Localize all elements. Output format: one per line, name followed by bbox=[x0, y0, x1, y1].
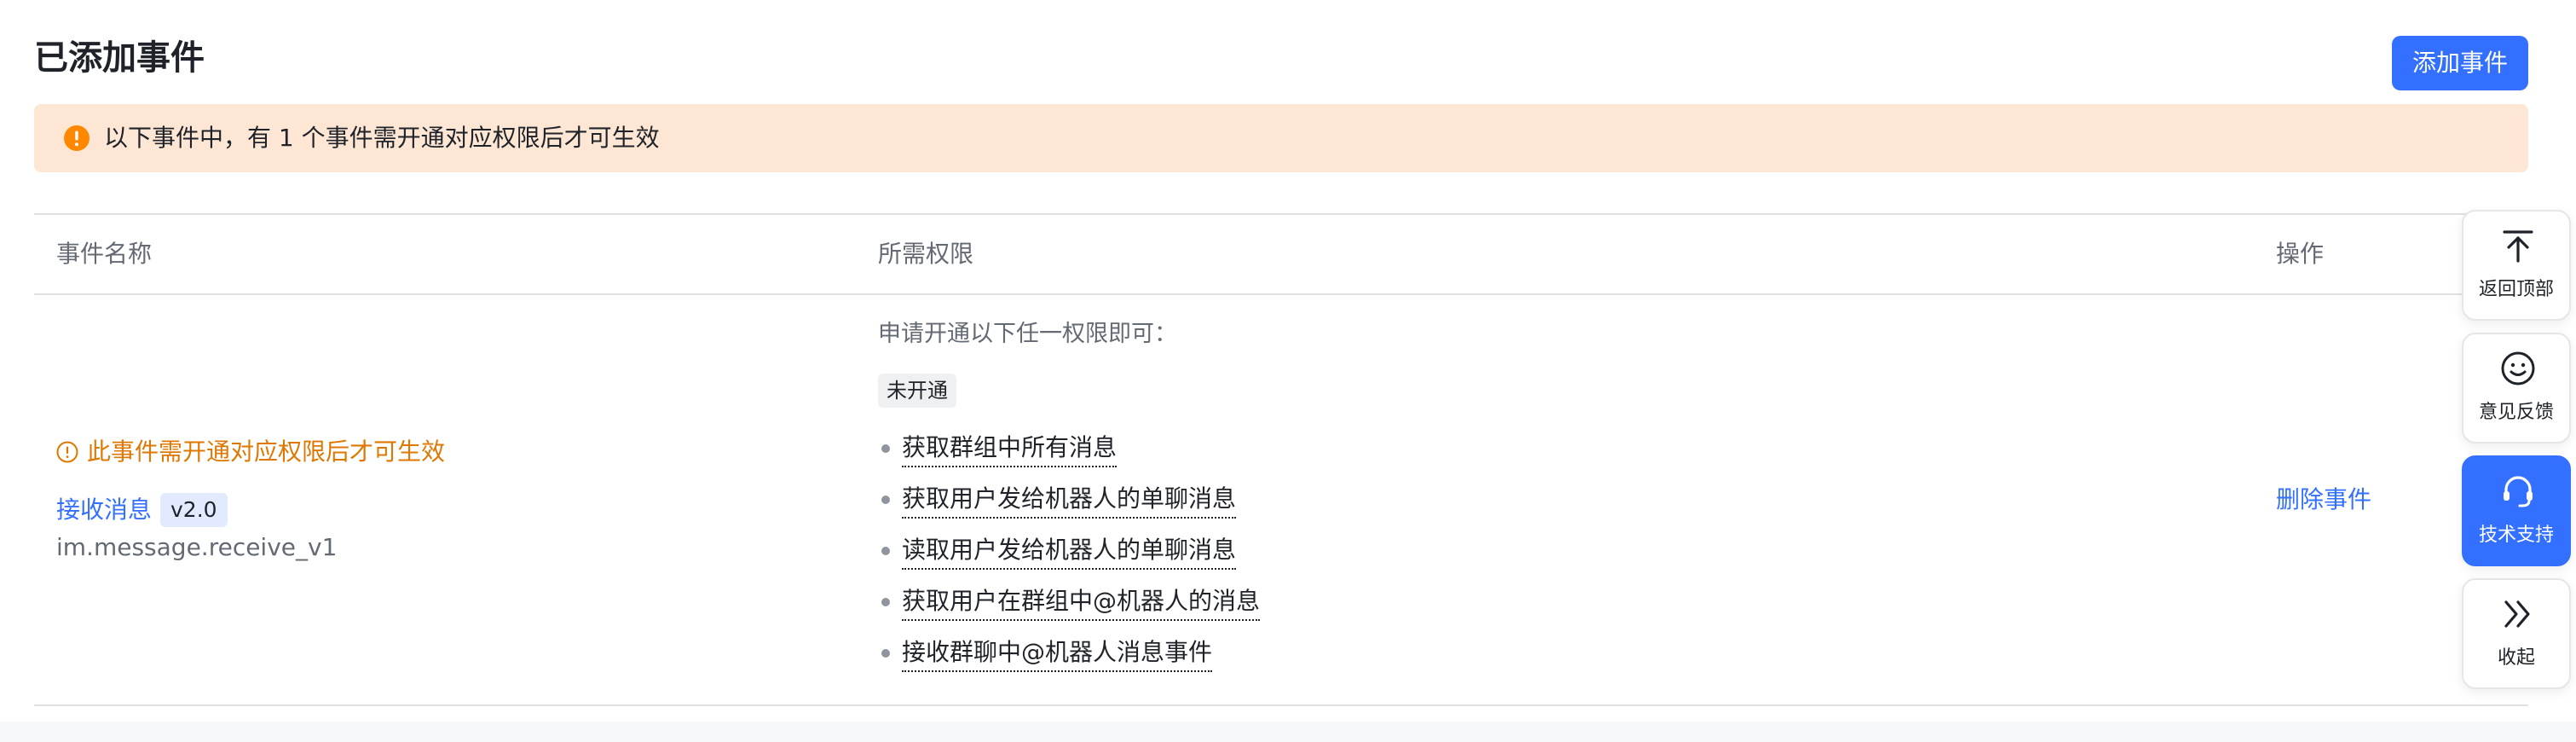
arrow-up-to-top-icon bbox=[2503, 230, 2533, 263]
tech-support-button[interactable]: 技术支持 bbox=[2462, 455, 2571, 566]
bullet-icon bbox=[881, 496, 890, 504]
back-to-top-button[interactable]: 返回顶部 bbox=[2462, 210, 2571, 321]
warning-text: 此事件需开通对应权限后才可生效 bbox=[87, 438, 446, 466]
bullet-icon bbox=[881, 444, 890, 453]
status-badge: 未开通 bbox=[878, 374, 956, 408]
collapse-button[interactable]: 收起 bbox=[2462, 578, 2571, 689]
event-name-link[interactable]: 接收消息 bbox=[56, 493, 152, 527]
bullet-icon bbox=[881, 598, 890, 606]
event-key: im.message.receive_v1 bbox=[56, 533, 338, 561]
column-header-name: 事件名称 bbox=[56, 240, 153, 268]
permission-alert: 以下事件中，有 1 个事件需开通对应权限后才可生效 bbox=[34, 104, 2528, 172]
table-divider bbox=[34, 704, 2528, 706]
page-title: 已添加事件 bbox=[34, 38, 205, 78]
delete-event-link[interactable]: 删除事件 bbox=[2276, 483, 2371, 517]
warning-outline-icon bbox=[56, 441, 78, 463]
add-event-button[interactable]: 添加事件 bbox=[2392, 36, 2528, 90]
feedback-label: 意见反馈 bbox=[2478, 402, 2554, 423]
list-item: 获取用户发给机器人的单聊消息 bbox=[878, 474, 1260, 525]
table-divider bbox=[34, 213, 2528, 215]
list-item: 接收群聊中@机器人消息事件 bbox=[878, 628, 1260, 679]
tech-support-label: 技术支持 bbox=[2478, 525, 2554, 546]
permission-link[interactable]: 读取用户发给机器人的单聊消息 bbox=[902, 533, 1237, 570]
permission-link[interactable]: 获取用户发给机器人的单聊消息 bbox=[902, 482, 1237, 519]
permission-link[interactable]: 接收群聊中@机器人消息事件 bbox=[902, 635, 1213, 672]
table-divider bbox=[34, 293, 2528, 295]
warning-circle-icon bbox=[64, 125, 90, 151]
permission-link[interactable]: 获取用户在群组中@机器人的消息 bbox=[902, 584, 1261, 621]
event-title: 接收消息 v2.0 bbox=[56, 491, 228, 529]
double-chevron-right-icon bbox=[2504, 600, 2530, 628]
alert-text: 以下事件中，有 1 个事件需开通对应权限后才可生效 bbox=[104, 124, 660, 152]
collapse-label: 收起 bbox=[2497, 647, 2535, 669]
page-root: 已添加事件 添加事件 以下事件中，有 1 个事件需开通对应权限后才可生效 事件名… bbox=[0, 0, 2576, 742]
smiley-icon bbox=[2501, 351, 2535, 385]
bullet-icon bbox=[881, 649, 890, 658]
headset-icon bbox=[2504, 476, 2533, 507]
permission-list: 获取群组中所有消息 获取用户发给机器人的单聊消息 读取用户发给机器人的单聊消息 … bbox=[878, 423, 1261, 679]
back-to-top-label: 返回顶部 bbox=[2478, 279, 2554, 300]
list-item: 读取用户发给机器人的单聊消息 bbox=[878, 525, 1260, 577]
list-item: 获取用户在群组中@机器人的消息 bbox=[878, 577, 1261, 628]
bullet-icon bbox=[881, 547, 890, 555]
list-item: 获取群组中所有消息 bbox=[878, 423, 1260, 474]
version-badge: v2.0 bbox=[160, 493, 228, 527]
event-warning: 此事件需开通对应权限后才可生效 bbox=[56, 435, 445, 469]
feedback-button[interactable]: 意见反馈 bbox=[2462, 333, 2571, 443]
column-header-permissions: 所需权限 bbox=[878, 240, 974, 268]
column-header-actions: 操作 bbox=[2276, 240, 2325, 268]
permission-link[interactable]: 获取群组中所有消息 bbox=[902, 431, 1118, 467]
permission-hint: 申请开通以下任一权限即可： bbox=[878, 321, 1177, 347]
bottom-strip bbox=[0, 722, 2576, 742]
